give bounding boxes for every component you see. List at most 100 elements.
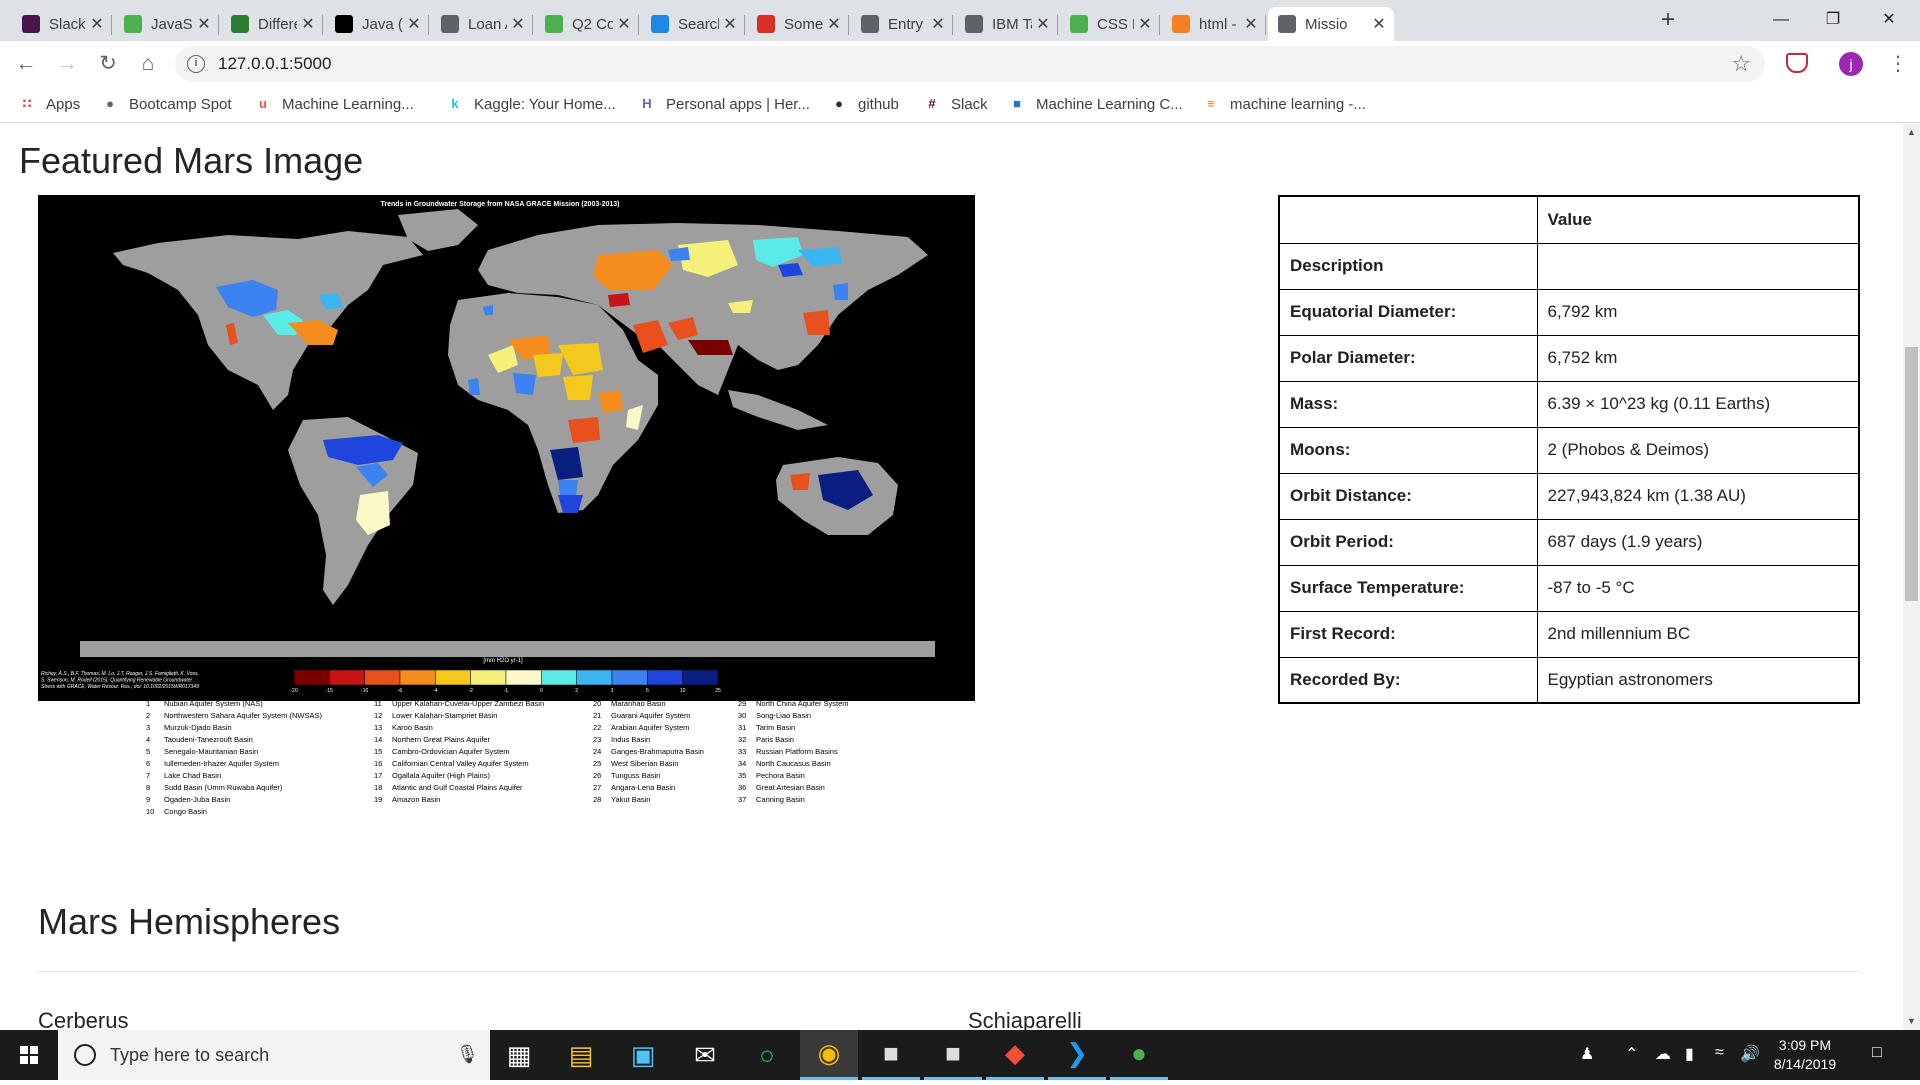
tab-separator bbox=[952, 15, 953, 35]
back-icon[interactable]: ← bbox=[12, 50, 40, 78]
network-icon[interactable]: ☁ bbox=[1655, 1044, 1671, 1064]
bookmark-star-icon[interactable]: ☆ bbox=[1731, 51, 1751, 77]
legend-basin-name: North China Aquifer System bbox=[756, 699, 849, 708]
terminal-icon[interactable]: ■ bbox=[862, 1030, 920, 1080]
close-tab-icon[interactable]: ✕ bbox=[1138, 14, 1152, 34]
scroll-down-icon[interactable]: ▼ bbox=[1903, 1013, 1920, 1030]
show-hidden-icons[interactable]: ⌃ bbox=[1625, 1044, 1638, 1064]
search-placeholder[interactable]: Type here to search bbox=[110, 1045, 456, 1066]
bookmark-3[interactable]: u Machine Learning... bbox=[254, 95, 414, 113]
tab-separator bbox=[532, 15, 533, 35]
mail-icon[interactable]: ✉ bbox=[676, 1030, 734, 1080]
site-info-icon[interactable]: i bbox=[187, 55, 205, 73]
close-tab-icon[interactable]: ✕ bbox=[723, 14, 737, 34]
page-scrollbar[interactable]: ▲ ▼ bbox=[1903, 124, 1920, 1030]
task-view-icon[interactable]: ▦ bbox=[490, 1030, 548, 1080]
forward-icon[interactable]: → bbox=[53, 50, 81, 78]
url-text[interactable]: 127.0.0.1:5000 bbox=[218, 54, 331, 74]
fact-label: Polar Diameter: bbox=[1278, 334, 1538, 382]
taskbar-search[interactable]: Type here to search 🎙 bbox=[58, 1030, 490, 1080]
bookmark-2[interactable]: ● Bootcamp Spot bbox=[101, 95, 232, 113]
reload-icon[interactable]: ↻ bbox=[94, 50, 122, 78]
bookmark-label: Apps bbox=[46, 95, 81, 113]
divider bbox=[38, 971, 1860, 972]
clock[interactable]: 3:09 PM 8/14/2019 bbox=[1760, 1036, 1850, 1074]
address-bar[interactable]: i 127.0.0.1:5000 ☆ bbox=[175, 46, 1765, 82]
bookmark-6[interactable]: ● github bbox=[830, 95, 899, 113]
battery-icon[interactable]: ▮ bbox=[1685, 1044, 1694, 1064]
bookmark-5[interactable]: H Personal apps | Her... bbox=[638, 95, 810, 113]
scroll-up-icon[interactable]: ▲ bbox=[1903, 124, 1920, 141]
microphone-icon[interactable]: 🎙 bbox=[456, 1044, 479, 1066]
chrome-icon[interactable]: ◉ bbox=[800, 1030, 858, 1080]
colorbar-tick-label: -15 bbox=[326, 688, 333, 694]
pocket-extension-icon[interactable] bbox=[1786, 53, 1808, 73]
tab-11[interactable]: CSS La✕ bbox=[1060, 7, 1160, 41]
bookmark-9[interactable]: ≡ machine learning -... bbox=[1202, 95, 1366, 113]
tab-1[interactable]: Slack |✕ bbox=[12, 7, 112, 41]
menu-icon[interactable]: ⋮ bbox=[1888, 51, 1908, 76]
fact-value: 6.39 × 10^23 kg (0.11 Earths) bbox=[1536, 380, 1860, 428]
tab-8[interactable]: Some ✕ bbox=[747, 7, 849, 41]
close-tab-icon[interactable]: ✕ bbox=[1244, 14, 1258, 34]
close-tab-icon[interactable]: ✕ bbox=[931, 14, 945, 34]
tab-title: Java (p bbox=[362, 15, 403, 33]
terminal2-icon[interactable]: ■ bbox=[924, 1030, 982, 1080]
bookmark-4[interactable]: k Kaggle: Your Home... bbox=[446, 95, 616, 113]
home-icon[interactable]: ⌂ bbox=[134, 50, 162, 78]
close-tab-icon[interactable]: ✕ bbox=[617, 14, 631, 34]
start-button[interactable] bbox=[0, 1030, 58, 1080]
entry-icon bbox=[861, 15, 879, 33]
tab-12[interactable]: html - ✕ bbox=[1162, 7, 1266, 41]
tab-5[interactable]: Loan A✕ bbox=[431, 7, 533, 41]
bookmark-label: Kaggle: Your Home... bbox=[474, 95, 616, 113]
close-tab-icon[interactable]: ✕ bbox=[90, 14, 104, 34]
tab-6[interactable]: Q2 Cor✕ bbox=[535, 7, 639, 41]
colorbar-segment bbox=[470, 669, 507, 686]
legend-basin-name: Karoo Basin bbox=[392, 723, 433, 732]
tab-9[interactable]: Entry L✕ bbox=[851, 7, 953, 41]
store-icon[interactable]: ▣ bbox=[614, 1030, 672, 1080]
fact-label: Moons: bbox=[1278, 426, 1538, 474]
new-tab-button[interactable]: + bbox=[1655, 8, 1681, 34]
close-tab-icon[interactable]: ✕ bbox=[197, 14, 211, 34]
facts-row: Recorded By: Egyptian astronomers bbox=[1278, 656, 1860, 704]
vscode-icon[interactable]: ❯ bbox=[1048, 1030, 1106, 1080]
maximize-button[interactable]: ❐ bbox=[1810, 6, 1856, 34]
close-tab-icon[interactable]: ✕ bbox=[407, 14, 421, 34]
basin-6 bbox=[513, 373, 536, 395]
scrollbar-thumb[interactable] bbox=[1905, 347, 1918, 601]
bookmark-1[interactable]: ∷ Apps bbox=[18, 95, 80, 113]
profile-avatar[interactable]: j bbox=[1839, 52, 1863, 76]
legend-basin-name: Ganges-Brahmaputra Basin bbox=[611, 747, 704, 756]
tab-title: JavaScr bbox=[151, 15, 193, 33]
people-icon[interactable]: ♟ bbox=[1580, 1044, 1594, 1064]
basin-37 bbox=[790, 473, 810, 490]
fact-value: 6,752 km bbox=[1536, 334, 1860, 382]
circle-app-icon[interactable]: ○ bbox=[738, 1030, 796, 1080]
bookmark-7[interactable]: # Slack bbox=[923, 95, 987, 113]
close-tab-icon[interactable]: ✕ bbox=[1036, 14, 1050, 34]
close-tab-icon[interactable]: ✕ bbox=[301, 14, 315, 34]
notifications-icon[interactable]: □ bbox=[1872, 1044, 1882, 1062]
legend-number: 8 bbox=[146, 783, 150, 792]
file-explorer-icon[interactable]: ▤ bbox=[552, 1030, 610, 1080]
wifi-icon[interactable]: ≈ bbox=[1715, 1044, 1724, 1062]
close-tab-icon[interactable]: ✕ bbox=[827, 14, 841, 34]
close-tab-icon[interactable]: ✕ bbox=[1372, 14, 1386, 34]
tab-4[interactable]: Java (p✕ bbox=[325, 7, 429, 41]
git-icon[interactable]: ◆ bbox=[986, 1030, 1044, 1080]
close-window-button[interactable]: ✕ bbox=[1866, 6, 1912, 34]
bookmark-8[interactable]: ■ Machine Learning C... bbox=[1008, 95, 1183, 113]
colorbar-segment bbox=[364, 669, 401, 686]
volume-icon[interactable]: 🔊 bbox=[1740, 1044, 1760, 1064]
tab-2[interactable]: JavaScr✕ bbox=[114, 7, 219, 41]
tab-3[interactable]: Differe✕ bbox=[221, 7, 323, 41]
tab-7[interactable]: Search✕ bbox=[641, 7, 745, 41]
close-tab-icon[interactable]: ✕ bbox=[511, 14, 525, 34]
tab-13[interactable]: Missio ✕ bbox=[1268, 7, 1394, 41]
minimize-button[interactable]: — bbox=[1758, 6, 1804, 34]
mongodb-icon[interactable]: ● bbox=[1110, 1030, 1168, 1080]
legend-number: 4 bbox=[146, 735, 150, 744]
tab-10[interactable]: IBM Ta✕ bbox=[955, 7, 1058, 41]
